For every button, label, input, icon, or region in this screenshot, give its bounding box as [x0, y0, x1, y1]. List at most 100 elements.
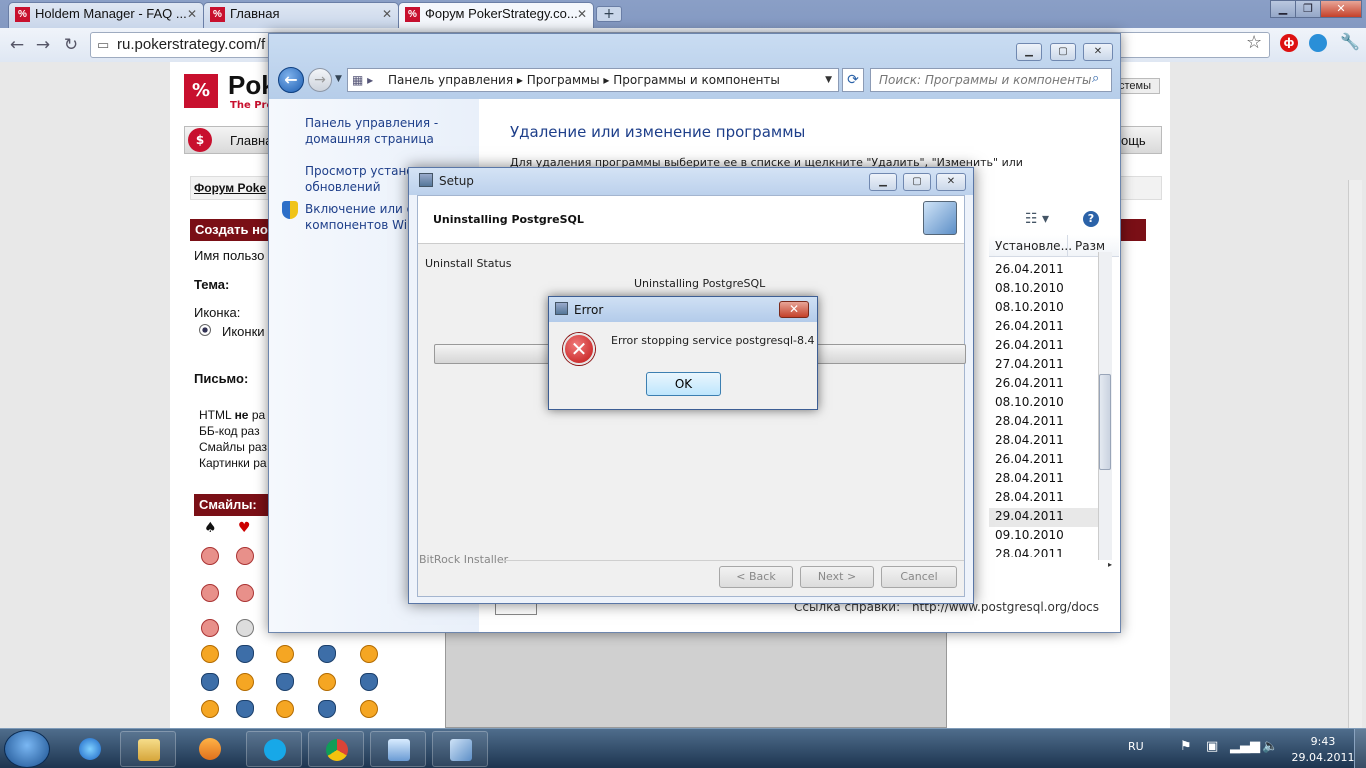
close-tab-icon[interactable]: ✕	[187, 3, 197, 25]
minimize-button[interactable]: ▁	[869, 173, 897, 191]
smiley-icon[interactable]	[236, 673, 254, 691]
shark-icon[interactable]	[276, 673, 294, 691]
tab-main[interactable]: % Главная ✕	[203, 2, 399, 28]
smiley-icon[interactable]	[360, 645, 378, 663]
close-tab-icon[interactable]: ✕	[382, 3, 392, 25]
minimize-button[interactable]: ▁	[1270, 0, 1296, 18]
extension-icon[interactable]: ф	[1280, 34, 1298, 52]
install-date[interactable]: 26.04.2011	[995, 376, 1064, 390]
install-date[interactable]: 26.04.2011	[995, 338, 1064, 352]
search-input[interactable]: Поиск: Программы и компоненты	[870, 68, 1112, 92]
control-panel-icon[interactable]	[370, 731, 426, 767]
system-button[interactable]: стемы	[1115, 78, 1160, 94]
maximize-button[interactable]: ▢	[1050, 43, 1076, 61]
back-arrow-icon[interactable]: ←	[278, 67, 304, 93]
flag-icon[interactable]: ⚑	[1180, 739, 1192, 754]
close-button[interactable]: ✕	[779, 301, 809, 318]
help-icon[interactable]: ?	[1083, 211, 1099, 227]
shark-icon[interactable]	[201, 673, 219, 691]
column-header-installed[interactable]: Установле...	[995, 239, 1072, 253]
install-date[interactable]: 26.04.2011	[995, 452, 1064, 466]
clock-time[interactable]: 9:43	[1299, 735, 1347, 748]
close-window-button[interactable]: ✕	[1320, 0, 1362, 18]
next-button[interactable]: Next >	[800, 566, 874, 588]
column-header-size[interactable]: Разм	[1075, 239, 1105, 253]
install-date[interactable]: 26.04.2011	[995, 319, 1064, 333]
reload-icon[interactable]: ↻	[60, 34, 82, 56]
nav-main-link[interactable]: Главна	[230, 133, 272, 148]
smiley-icon[interactable]	[318, 673, 336, 691]
troll-face-icon[interactable]	[236, 619, 254, 637]
smiley-icon[interactable]	[360, 700, 378, 718]
setup-taskbar-icon[interactable]	[432, 731, 488, 767]
back-arrow-icon[interactable]: ←	[6, 34, 28, 56]
minimize-button[interactable]: ▁	[1016, 43, 1042, 61]
cancel-button[interactable]: Cancel	[881, 566, 957, 588]
install-date[interactable]: 28.04.2011	[995, 433, 1064, 447]
windows-features-link[interactable]: Включение или от компонентов Wind	[305, 201, 422, 233]
ok-button[interactable]: OK	[646, 372, 721, 396]
shark-icon[interactable]	[318, 645, 336, 663]
chevron-down-icon[interactable]: ▼	[825, 69, 832, 91]
clock-date[interactable]: 29.04.2011	[1285, 751, 1361, 764]
smiley-icon[interactable]	[201, 700, 219, 718]
view-updates-link[interactable]: Просмотр установ обновлений	[305, 163, 421, 195]
wrench-menu-icon[interactable]: 🔧	[1340, 32, 1360, 51]
close-tab-icon[interactable]: ✕	[577, 3, 587, 25]
install-date[interactable]: 09.10.2010	[995, 528, 1064, 542]
shark-icon[interactable]	[318, 700, 336, 718]
breadcrumb[interactable]: Форум Poke	[194, 181, 266, 195]
icon-radio[interactable]	[199, 324, 211, 336]
tab-holdem-manager[interactable]: % Holdem Manager - FAQ ... ✕	[8, 2, 204, 28]
extension-icon[interactable]	[1309, 34, 1327, 52]
install-date[interactable]: 28.04.2011	[995, 414, 1064, 428]
install-date[interactable]: 27.04.2011	[995, 357, 1064, 371]
breadcrumb[interactable]: ▦ ▸ Панель управления ▸ Программы ▸ Прог…	[347, 68, 839, 92]
install-date[interactable]: 08.10.2010	[995, 395, 1064, 409]
refresh-icon[interactable]: ⟳	[842, 68, 864, 92]
install-date[interactable]: 26.04.2011	[995, 262, 1064, 276]
smiley-icon[interactable]	[276, 645, 294, 663]
forward-arrow-icon[interactable]: →	[32, 34, 54, 56]
smiley-icon[interactable]	[201, 547, 219, 565]
smiley-icon[interactable]	[201, 584, 219, 602]
maximize-button[interactable]: ▢	[903, 173, 931, 191]
smiley-icon[interactable]	[276, 700, 294, 718]
dollar-icon[interactable]: $	[188, 128, 212, 152]
bookmark-star-icon[interactable]: ☆	[1246, 32, 1262, 53]
site-logo-icon[interactable]: %	[184, 74, 218, 108]
close-button[interactable]: ✕	[1083, 43, 1113, 61]
crumb-programs[interactable]: Программы	[527, 73, 600, 87]
new-tab-button[interactable]: +	[596, 6, 622, 22]
recent-pages-dropdown-icon[interactable]: ▼	[335, 74, 342, 84]
view-options-icon[interactable]: ☷ ▾	[1025, 211, 1049, 227]
tab-forum[interactable]: % Форум PokerStrategy.co... ✕	[398, 2, 594, 28]
shark-icon[interactable]	[236, 645, 254, 663]
close-button[interactable]: ✕	[936, 173, 966, 191]
smiley-icon[interactable]	[201, 645, 219, 663]
forward-arrow-icon[interactable]: →	[308, 68, 332, 92]
smiley-icon[interactable]	[236, 547, 254, 565]
internet-explorer-icon[interactable]	[62, 731, 118, 767]
crumb-programs-features[interactable]: Программы и компоненты	[613, 73, 780, 87]
install-date[interactable]: 29.04.2011	[995, 509, 1064, 523]
skype-icon[interactable]	[246, 731, 302, 767]
install-date[interactable]: 28.04.2011	[995, 490, 1064, 504]
shark-icon[interactable]	[360, 673, 378, 691]
maximize-button[interactable]: ❐	[1295, 0, 1321, 18]
show-desktop-button[interactable]	[1354, 729, 1366, 768]
search-icon[interactable]: ⌕	[1092, 71, 1099, 86]
install-date[interactable]: 28.04.2011	[995, 547, 1064, 557]
network-icon[interactable]: ▣	[1206, 739, 1218, 754]
start-button[interactable]	[4, 730, 50, 768]
nav-help-link[interactable]: ощь	[1121, 133, 1146, 148]
scrollbar-thumb[interactable]	[1099, 374, 1111, 470]
explorer-icon[interactable]	[120, 731, 176, 767]
page-scrollbar[interactable]	[1348, 180, 1362, 728]
smiley-icon[interactable]	[236, 584, 254, 602]
crumb-control-panel[interactable]: Панель управления	[388, 73, 513, 87]
back-button[interactable]: < Back	[719, 566, 793, 588]
signal-icon[interactable]: ▂▄▆	[1230, 739, 1260, 754]
cp-home-link[interactable]: Панель управления - домашняя страница	[305, 115, 438, 147]
install-date[interactable]: 28.04.2011	[995, 471, 1064, 485]
